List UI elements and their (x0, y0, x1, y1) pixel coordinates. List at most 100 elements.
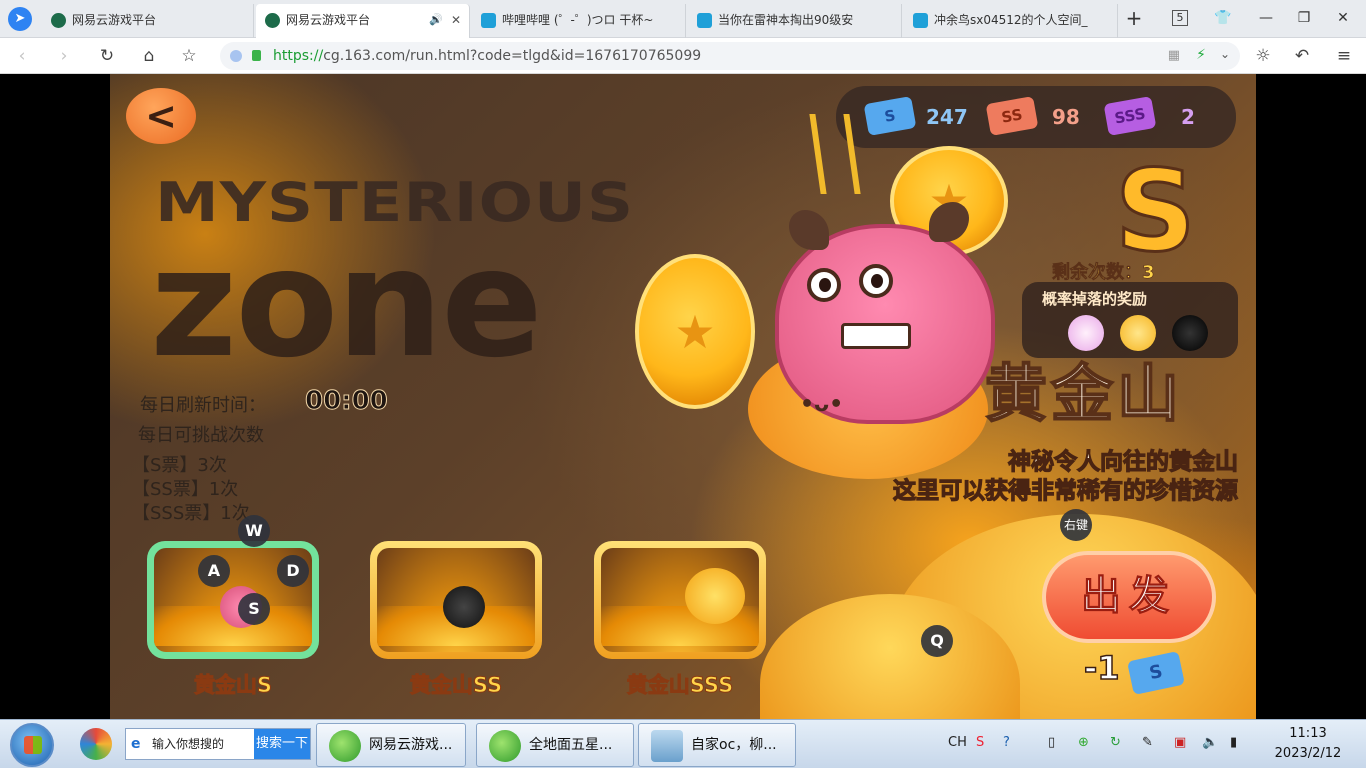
lock-icon (252, 50, 261, 61)
browser-logo-icon[interactable]: ➤ (8, 7, 32, 31)
tab-title: 网易云游戏平台 (286, 13, 371, 27)
tab-title: 当你在雷神本掏出90级安 (718, 13, 854, 27)
sss-ticket-count: 2 (1181, 105, 1195, 129)
undo-icon[interactable]: ↶ (1290, 44, 1314, 68)
challenge-label: 每日可挑战次数 (138, 425, 264, 446)
key-hint-right-click: 右键 (1060, 509, 1092, 541)
brightness-icon[interactable]: ☼ (1251, 44, 1275, 68)
forward-icon[interactable]: › (52, 44, 76, 68)
reload-icon[interactable]: ↻ (95, 44, 119, 68)
level-card-ss[interactable] (370, 541, 542, 659)
browser-icon (329, 730, 361, 762)
lightning-icon[interactable]: ⚡ (1196, 47, 1206, 63)
shirt-icon[interactable]: 👕 (1211, 6, 1235, 30)
game-back-button[interactable]: < (126, 88, 196, 144)
refresh-time: 00:00 (305, 386, 389, 417)
pen-icon[interactable]: ✎ (1142, 735, 1153, 750)
tab-count-badge[interactable]: 5 (1172, 10, 1188, 26)
task-notepad[interactable]: 自家oc，柳... (638, 723, 796, 767)
speaker-icon[interactable]: 🔊 (429, 4, 443, 36)
level-card-sss[interactable] (594, 541, 766, 659)
key-hint-s: S (238, 593, 270, 625)
tab-bilibili[interactable]: 哔哩哔哩 (゜-゜)つロ 干杯~ (472, 4, 686, 38)
menu-icon[interactable]: ≡ (1332, 44, 1356, 68)
refresh-label: 每日刷新时间： (140, 395, 266, 416)
key-hint-q: Q (921, 625, 953, 657)
clock-time: 11:13 (1289, 726, 1327, 741)
pinned-app-icon[interactable] (80, 728, 112, 760)
minimize-icon[interactable]: — (1254, 6, 1278, 30)
key-hint-a: A (198, 555, 230, 587)
bookmark-star-icon[interactable]: ☆ (177, 44, 201, 68)
tab-title: 网易云游戏平台 (72, 13, 157, 27)
task-label: 网易云游戏... (369, 737, 453, 753)
close-window-icon[interactable]: ✕ (1331, 6, 1355, 30)
refresh-tray-icon[interactable]: ↻ (1110, 735, 1121, 750)
start-button-icon[interactable] (10, 723, 54, 767)
bilibili-icon (913, 13, 928, 28)
cloud-face-art: •ᴗ• (800, 392, 844, 417)
tab-bilibili-3[interactable]: 冲余鸟sx04512的个人空间_ (904, 4, 1118, 38)
netease-icon (51, 13, 66, 28)
network-icon[interactable]: ▣ (1174, 735, 1186, 750)
tab-bilibili-2[interactable]: 当你在雷神本掏出90级安 (688, 4, 902, 38)
pig-eye (859, 264, 893, 298)
restore-icon[interactable]: ❐ (1292, 6, 1316, 30)
black-fuzzball-reward-icon[interactable] (1172, 315, 1208, 351)
tab-title: 哔哩哔哩 (゜-゜)つロ 干杯~ (502, 13, 654, 27)
volume-icon[interactable]: 🔈 (1202, 735, 1218, 750)
search-placeholder: 输入你想搜的 (152, 737, 225, 751)
level-label-s: 黄金山S (193, 673, 273, 698)
ticket-limit-ss: 【SS票】1次 (132, 479, 239, 500)
taskbar: e 输入你想搜的 搜索一下 网易云游戏... 全地面五星... 自家oc，柳..… (0, 719, 1366, 768)
task-label: 全地面五星... (529, 737, 613, 753)
back-icon[interactable]: ‹ (10, 44, 34, 68)
level-label-sss: 黄金山SSS (626, 673, 734, 698)
close-tab-icon[interactable]: ✕ (451, 4, 461, 36)
device-icon[interactable]: ▯ (1048, 735, 1055, 750)
task-second[interactable]: 全地面五星... (476, 723, 634, 767)
tab-netease-2[interactable]: 网易云游戏平台 🔊 ✕ (256, 4, 470, 38)
help-icon[interactable]: ? (1003, 735, 1010, 750)
cloud-reward-icon[interactable] (1068, 315, 1104, 351)
game-viewport[interactable]: < MYSTERIOUS zone 每日刷新时间： 00:00 每日可挑战次数 … (110, 74, 1256, 719)
level-label-ss: 黄金山SS (409, 673, 503, 698)
key-hint-d: D (277, 555, 309, 587)
ss-ticket-icon: SS (985, 96, 1039, 136)
plus-icon[interactable]: ⊕ (1078, 735, 1089, 750)
task-label: 自家oc，柳... (691, 737, 777, 753)
rewards-panel: 概率掉落的奖励 (1022, 282, 1238, 358)
gold-coin-art: ★ (635, 254, 755, 409)
tab-netease-1[interactable]: 网易云游戏平台 (42, 4, 254, 38)
bilibili-icon (697, 13, 712, 28)
netease-icon (265, 13, 280, 28)
home-icon[interactable]: ⌂ (137, 44, 161, 68)
ime-indicator[interactable]: CH (948, 735, 967, 750)
chevron-down-icon[interactable]: ⌄ (1220, 47, 1230, 61)
zone-description-line2: 这里可以获得非常稀有的珍惜资源 (892, 477, 1238, 504)
currency-panel: S 247 SS 98 SSS 2 (836, 86, 1236, 148)
start-button[interactable]: 出发 (1042, 551, 1216, 643)
ticket-cost: -1 (1083, 648, 1120, 688)
clock[interactable]: 11:13 2023/2/12 (1258, 724, 1358, 764)
ticket-limit-sss: 【SSS票】1次 (132, 503, 250, 524)
zone-name: 黄金山 (984, 357, 1184, 430)
remaining-attempts: 剩余次数：3 (1052, 262, 1155, 284)
task-netease[interactable]: 网易云游戏... (316, 723, 466, 767)
pig-ear (789, 210, 829, 250)
grade-letter: S (1114, 147, 1198, 277)
star-reward-icon[interactable] (1120, 315, 1156, 351)
search-button[interactable]: 搜索一下 (254, 729, 310, 759)
gold-pig-thumbnail (685, 568, 745, 624)
address-bar: ‹ › ↻ ⌂ ☆ https://cg.163.com/run.html?co… (0, 38, 1366, 74)
taskbar-search[interactable]: e 输入你想搜的 搜索一下 (125, 728, 311, 760)
qr-code-icon[interactable]: ▦ (1168, 48, 1180, 63)
s-ticket-count: 247 (926, 105, 968, 129)
sogou-icon[interactable]: S (976, 735, 984, 750)
browser-tab-bar: ➤ 网易云游戏平台 网易云游戏平台 🔊 ✕ 哔哩哔哩 (゜-゜)つロ 干杯~ 当… (0, 0, 1366, 38)
signal-icon[interactable]: ▮ (1230, 735, 1237, 750)
url-input[interactable]: https://cg.163.com/run.html?code=tlgd&id… (220, 42, 1240, 70)
new-tab-icon[interactable]: + (1122, 6, 1146, 30)
pig-eye (807, 268, 841, 302)
shield-icon (230, 50, 242, 62)
